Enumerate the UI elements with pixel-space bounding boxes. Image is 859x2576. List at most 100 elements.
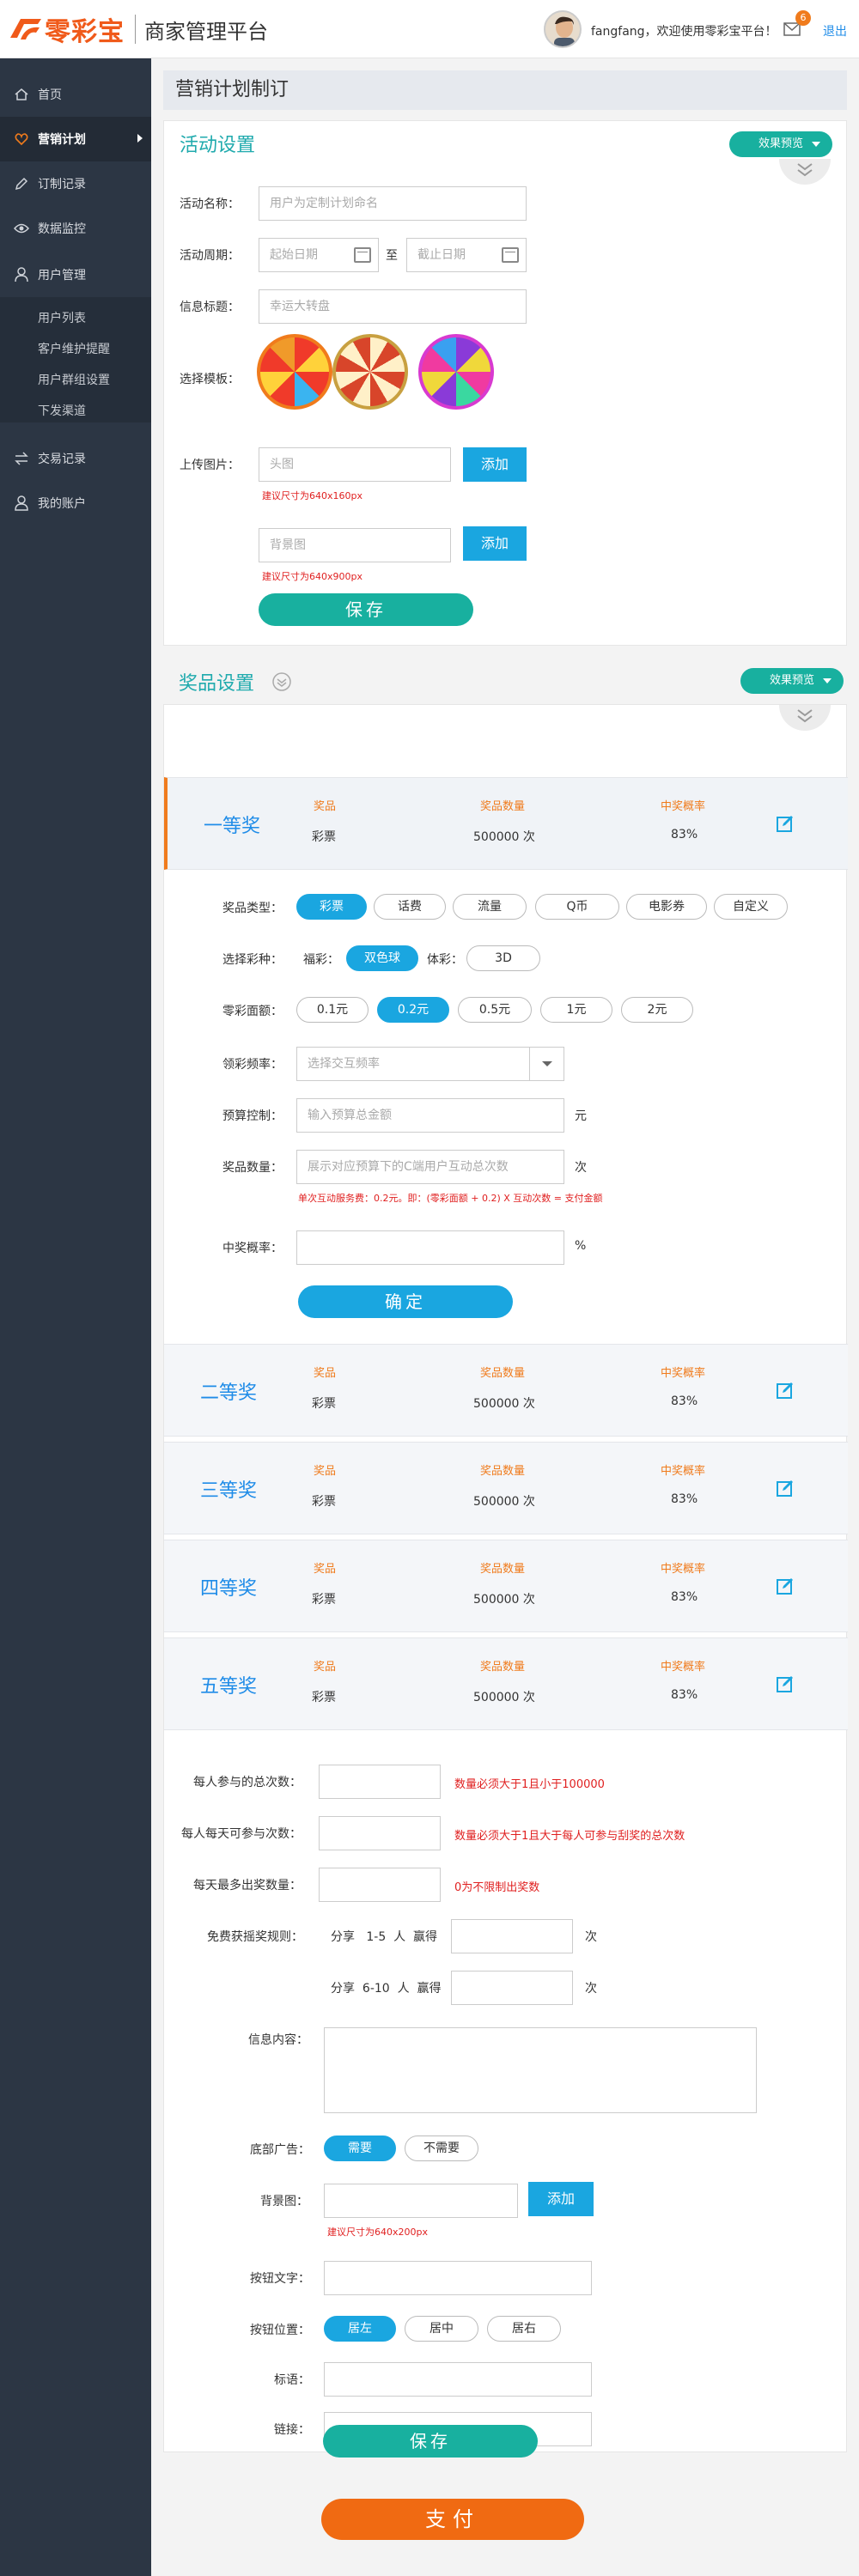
ad-background-hint: 建议尺寸为640x200px xyxy=(327,2227,428,2238)
end-date-input[interactable]: 截止日期 xyxy=(406,238,527,272)
budget-input[interactable]: 输入预算总金额 xyxy=(296,1098,564,1133)
welfare-option-shuangseqiu[interactable]: 双色球 xyxy=(346,945,418,971)
prize-count-input[interactable]: 展示对应预算下的C端用户互动总次数 xyxy=(296,1150,564,1184)
logo[interactable]: 零彩宝 商家管理平台 xyxy=(9,12,268,47)
background-image-add-button[interactable]: 添加 xyxy=(463,526,527,561)
sports-label: 体彩： xyxy=(427,953,463,967)
sidebar-item-label: 营销计划 xyxy=(38,133,86,147)
max-prizes-input[interactable] xyxy=(319,1868,441,1902)
template-wheel-2[interactable] xyxy=(332,334,408,410)
prize-type-qcoin[interactable]: Q币 xyxy=(535,894,619,920)
start-date-input[interactable]: 起始日期 xyxy=(259,238,379,272)
prize-type-custom[interactable]: 自定义 xyxy=(714,894,788,920)
bottom-ad-no[interactable]: 不需要 xyxy=(405,2136,478,2161)
info-title-label: 信息标题： xyxy=(180,301,240,314)
share-range-2: 分享 6-10 人 赢得 xyxy=(331,1982,442,1996)
prize-row-2[interactable]: 二等奖 奖品 奖品数量 中奖概率 彩票 500000 次 83% xyxy=(164,1344,848,1437)
page-title: 营销计划制订 xyxy=(163,70,847,110)
frequency-select[interactable]: 选择交互频率 xyxy=(296,1047,564,1081)
prize-row-3[interactable]: 三等奖 奖品 奖品数量 中奖概率 彩票 500000 次 83% xyxy=(164,1442,848,1534)
sidebar-item-records[interactable]: 订制记录 xyxy=(0,161,151,206)
rate-col-header: 中奖概率 xyxy=(661,1465,706,1478)
slogan-input[interactable] xyxy=(324,2362,592,2397)
sidebar-subitem-channel[interactable]: 下发渠道 xyxy=(38,402,86,419)
pay-button[interactable]: 支付 xyxy=(321,2499,584,2540)
rules-save-button[interactable]: 保存 xyxy=(323,2425,538,2458)
sidebar-subitem-user-list[interactable]: 用户列表 xyxy=(38,309,86,326)
sports-option-3d[interactable]: 3D xyxy=(466,945,540,971)
prize-preview-button[interactable]: 效果预览 xyxy=(740,668,844,694)
prize-type-lottery[interactable]: 彩票 xyxy=(296,894,367,920)
edit-icon[interactable] xyxy=(776,814,795,833)
ad-background-add-button[interactable]: 添加 xyxy=(528,2182,594,2216)
face-value-1[interactable]: 1元 xyxy=(540,997,612,1023)
template-wheel-1[interactable] xyxy=(257,334,332,410)
info-title-input[interactable]: 幸运大转盘 xyxy=(259,289,527,324)
daily-times-label: 每人每天可参与次数： xyxy=(181,1827,302,1841)
count-col-header: 奖品数量 xyxy=(480,800,526,813)
total-times-input[interactable] xyxy=(319,1765,441,1799)
prize-col-header: 奖品 xyxy=(314,1465,337,1478)
head-image-input[interactable]: 头图 xyxy=(259,447,451,482)
button-position-right[interactable]: 居右 xyxy=(487,2316,561,2342)
dropdown-toggle[interactable] xyxy=(529,1048,564,1080)
upload-image-label: 上传图片： xyxy=(180,459,240,472)
background-image-input[interactable]: 背景图 xyxy=(259,528,451,562)
sidebar-item-account[interactable]: 我的账户 xyxy=(0,481,151,526)
info-content-textarea[interactable] xyxy=(324,2027,757,2113)
free-rule-label: 免费获摇奖规则： xyxy=(207,1930,303,1944)
logout-link[interactable]: 退出 xyxy=(823,22,847,39)
share-range-2-input[interactable] xyxy=(451,1971,573,2005)
collapse-toggle[interactable] xyxy=(779,159,831,185)
button-position-left[interactable]: 居左 xyxy=(324,2316,396,2342)
prize-name: 一等奖 xyxy=(204,816,261,837)
prize-row-5[interactable]: 五等奖 奖品 奖品数量 中奖概率 彩票 500000 次 83% xyxy=(164,1637,848,1730)
sidebar-item-marketing[interactable]: 营销计划 xyxy=(0,117,151,161)
prize-row-4[interactable]: 四等奖 奖品 奖品数量 中奖概率 彩票 500000 次 83% xyxy=(164,1540,848,1632)
button-position-center[interactable]: 居中 xyxy=(405,2316,478,2342)
activity-save-button[interactable]: 保存 xyxy=(259,593,473,626)
edit-icon[interactable] xyxy=(776,1381,795,1400)
edit-icon[interactable] xyxy=(776,1479,795,1498)
prize-confirm-button[interactable]: 确定 xyxy=(298,1285,513,1318)
sidebar-item-monitor[interactable]: 数据监控 xyxy=(0,206,151,251)
avatar[interactable] xyxy=(544,10,582,48)
chevron-down-circle-icon[interactable] xyxy=(271,671,292,692)
ad-background-input[interactable] xyxy=(324,2184,518,2218)
activity-preview-button[interactable]: 效果预览 xyxy=(729,131,832,157)
prize-row-1[interactable]: 一等奖 奖品 奖品数量 中奖概率 彩票 500000 次 83% xyxy=(164,777,848,870)
collapse-toggle[interactable] xyxy=(779,705,831,731)
sidebar-item-transactions[interactable]: 交易记录 xyxy=(0,436,151,481)
sidebar-item-users[interactable]: 用户管理 xyxy=(0,251,151,299)
win-rate-input[interactable] xyxy=(296,1230,564,1265)
head-image-add-button[interactable]: 添加 xyxy=(463,447,527,482)
sidebar-subitem-reminder[interactable]: 客户维护提醒 xyxy=(38,340,110,357)
sidebar-item-home[interactable]: 首页 xyxy=(0,72,151,117)
edit-icon[interactable] xyxy=(776,1577,795,1595)
face-value-0-5[interactable]: 0.5元 xyxy=(458,997,532,1023)
prize-type-movie[interactable]: 电影券 xyxy=(626,894,707,920)
prize-count-hint: 单次互动服务费：0.2元。即：(零彩面额 + 0.2) X 互动次数 = 支付金… xyxy=(298,1193,603,1204)
bottom-ad-yes[interactable]: 需要 xyxy=(324,2136,396,2161)
face-value-2[interactable]: 2元 xyxy=(621,997,693,1023)
face-value-0-1[interactable]: 0.1元 xyxy=(296,997,369,1023)
button-text-input[interactable] xyxy=(324,2261,592,2295)
template-wheel-3[interactable] xyxy=(418,334,494,410)
calendar-icon xyxy=(502,247,519,263)
share-range-2-unit: 次 xyxy=(585,1982,597,1996)
rate-value: 83% xyxy=(671,828,698,841)
prize-type-phone[interactable]: 话费 xyxy=(374,894,446,920)
activity-name-input[interactable]: 用户为定制计划命名 xyxy=(259,186,527,221)
share-range-1-input[interactable] xyxy=(451,1919,573,1953)
prize-type-data[interactable]: 流量 xyxy=(453,894,527,920)
prize-col-header: 奖品 xyxy=(314,800,337,813)
button-text-label: 按钮文字： xyxy=(250,2272,310,2286)
edit-icon[interactable] xyxy=(776,1674,795,1693)
count-col-header: 奖品数量 xyxy=(480,1367,526,1380)
face-value-0-2[interactable]: 0.2元 xyxy=(377,997,449,1023)
sidebar-subitem-group[interactable]: 用户群组设置 xyxy=(38,371,110,388)
link-label: 链接： xyxy=(274,2423,310,2437)
sidebar-item-label: 我的账户 xyxy=(38,497,86,511)
daily-times-input[interactable] xyxy=(319,1816,441,1850)
period-to-label: 至 xyxy=(386,249,398,263)
